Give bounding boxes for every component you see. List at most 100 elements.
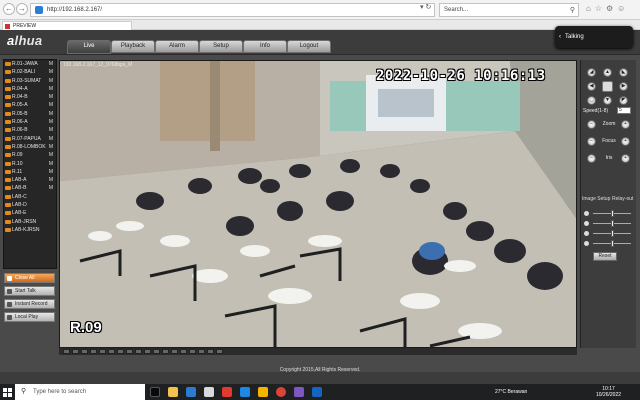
- file-explorer-icon[interactable]: [168, 387, 178, 397]
- tab-playback[interactable]: Playback: [111, 40, 155, 53]
- channel-item[interactable]: R.06-B M: [4, 126, 56, 134]
- channel-item[interactable]: LAB-KJRSN: [4, 226, 56, 234]
- slider-knob[interactable]: [611, 220, 614, 227]
- tab-relay-out[interactable]: Relay-out: [612, 196, 633, 202]
- search-input[interactable]: Search... ⚲: [439, 3, 579, 17]
- layout-toggle-icon[interactable]: [99, 349, 106, 354]
- layout-toggle-icon[interactable]: [135, 349, 142, 354]
- channel-item[interactable]: LAB-A M: [4, 176, 56, 184]
- tab-info[interactable]: Info: [243, 40, 287, 53]
- hue-slider[interactable]: [584, 240, 634, 247]
- slider-knob[interactable]: [611, 240, 614, 247]
- layout-toggle-icon[interactable]: [81, 349, 88, 354]
- channel-item[interactable]: R.04-B M: [4, 93, 56, 101]
- layout-toggle-icon[interactable]: [117, 349, 124, 354]
- refresh-icon[interactable]: ▾ ↻: [420, 3, 431, 11]
- layout-toggle-icon[interactable]: [126, 349, 133, 354]
- search-icon[interactable]: ⚲: [570, 5, 575, 17]
- ptz-right-icon[interactable]: ▶: [619, 82, 628, 91]
- layout-toggle-icon[interactable]: [216, 349, 223, 354]
- chrome-icon[interactable]: [276, 387, 286, 397]
- focus-in-icon[interactable]: +: [621, 137, 630, 146]
- stream-flag[interactable]: M: [49, 126, 53, 134]
- stream-flag[interactable]: M: [49, 77, 53, 85]
- ie-icon[interactable]: [240, 387, 250, 397]
- iris-open-icon[interactable]: +: [621, 154, 630, 163]
- tab-setup[interactable]: Setup: [199, 40, 243, 53]
- stream-flag[interactable]: M: [49, 60, 53, 68]
- channel-item[interactable]: R.02-BALI M: [4, 68, 56, 76]
- edge-icon[interactable]: [186, 387, 196, 397]
- layout-toggle-icon[interactable]: [198, 349, 205, 354]
- stream-flag[interactable]: M: [49, 68, 53, 76]
- stream-flag[interactable]: M: [49, 118, 53, 126]
- reset-button[interactable]: Reset: [593, 252, 617, 261]
- slider-knob[interactable]: [611, 210, 614, 217]
- stream-flag[interactable]: M: [49, 143, 53, 151]
- forward-icon[interactable]: →: [16, 3, 28, 15]
- stream-flag[interactable]: M: [49, 151, 53, 159]
- channel-item[interactable]: R.11 M: [4, 168, 56, 176]
- ptz-up-icon[interactable]: ▲: [603, 68, 612, 77]
- layout-toggle-icon[interactable]: [72, 349, 79, 354]
- channel-item[interactable]: R.03-SUMAT M: [4, 77, 56, 85]
- layout-toggle-icon[interactable]: [162, 349, 169, 354]
- layout-toggle-icon[interactable]: [108, 349, 115, 354]
- stream-flag[interactable]: M: [49, 168, 53, 176]
- channel-item[interactable]: R.01-JAWA M: [4, 60, 56, 68]
- layout-toggle-icon[interactable]: [153, 349, 160, 354]
- stream-flag[interactable]: M: [49, 93, 53, 101]
- mail-icon[interactable]: [222, 387, 232, 397]
- talking-panel[interactable]: ‹ Talking: [555, 26, 633, 48]
- taskbar-search-input[interactable]: ⚲ Type here to search: [15, 384, 145, 400]
- instant-record-button[interactable]: Instant Record: [4, 299, 55, 309]
- app-icon[interactable]: [294, 387, 304, 397]
- saturation-slider[interactable]: [584, 230, 634, 237]
- word-icon[interactable]: [312, 387, 322, 397]
- layout-toggle-icon[interactable]: [207, 349, 214, 354]
- channel-item[interactable]: LAB-B M: [4, 184, 56, 192]
- contrast-slider[interactable]: [584, 220, 634, 227]
- channel-item[interactable]: R.07-PAPUA M: [4, 135, 56, 143]
- zoom-out-icon[interactable]: −: [587, 120, 596, 129]
- ptz-up-right-icon[interactable]: ◣: [619, 68, 628, 77]
- layout-toggle-icon[interactable]: [189, 349, 196, 354]
- channel-item[interactable]: LAB-D: [4, 201, 56, 209]
- tab-image-setup[interactable]: Image Setup: [582, 196, 610, 202]
- back-icon[interactable]: ←: [3, 3, 15, 15]
- channel-item[interactable]: R.04-A M: [4, 85, 56, 93]
- local-play-button[interactable]: Local Play: [4, 312, 55, 322]
- ptz-down-right-icon[interactable]: ◤: [619, 96, 628, 105]
- browser-tool-icons[interactable]: ⌂☆⚙☺: [586, 4, 629, 13]
- stream-flag[interactable]: M: [49, 110, 53, 118]
- layout-toggle-icon[interactable]: [171, 349, 178, 354]
- zoom-in-icon[interactable]: +: [621, 120, 630, 129]
- stream-flag[interactable]: M: [49, 176, 53, 184]
- weather-widget[interactable]: 27°C Berawan: [495, 384, 527, 400]
- ptz-left-icon[interactable]: ◀: [587, 82, 596, 91]
- layout-toggle-icon[interactable]: [90, 349, 97, 354]
- stream-flag[interactable]: M: [49, 184, 53, 192]
- tab-live[interactable]: Live: [67, 40, 111, 54]
- layout-toggle-icon[interactable]: [144, 349, 151, 354]
- focus-out-icon[interactable]: −: [587, 137, 596, 146]
- tab-alarm[interactable]: Alarm: [155, 40, 199, 53]
- speed-select[interactable]: 5: [617, 107, 631, 114]
- channel-item[interactable]: R.06-A M: [4, 118, 56, 126]
- system-clock[interactable]: 10:17 10/26/2022: [596, 386, 621, 398]
- layout-toggle-icon[interactable]: [180, 349, 187, 354]
- close-all-button[interactable]: Close All: [4, 273, 55, 283]
- task-view-icon[interactable]: [150, 387, 160, 397]
- channel-item[interactable]: R.05-B M: [4, 110, 56, 118]
- stream-flag[interactable]: M: [49, 101, 53, 109]
- stream-flag[interactable]: M: [49, 85, 53, 93]
- store-icon[interactable]: [204, 387, 214, 397]
- channel-item[interactable]: R.09 M: [4, 151, 56, 159]
- ptz-center-icon[interactable]: [602, 81, 613, 92]
- windows-start-icon[interactable]: [0, 384, 14, 400]
- layout-toggle-icon[interactable]: [63, 349, 70, 354]
- address-bar[interactable]: http://192.168.2.167/: [30, 3, 435, 17]
- start-talk-button[interactable]: Start Talk: [4, 286, 55, 296]
- ptz-down-left-icon[interactable]: ◡: [587, 96, 596, 105]
- ptz-up-left-icon[interactable]: ◢: [587, 68, 596, 77]
